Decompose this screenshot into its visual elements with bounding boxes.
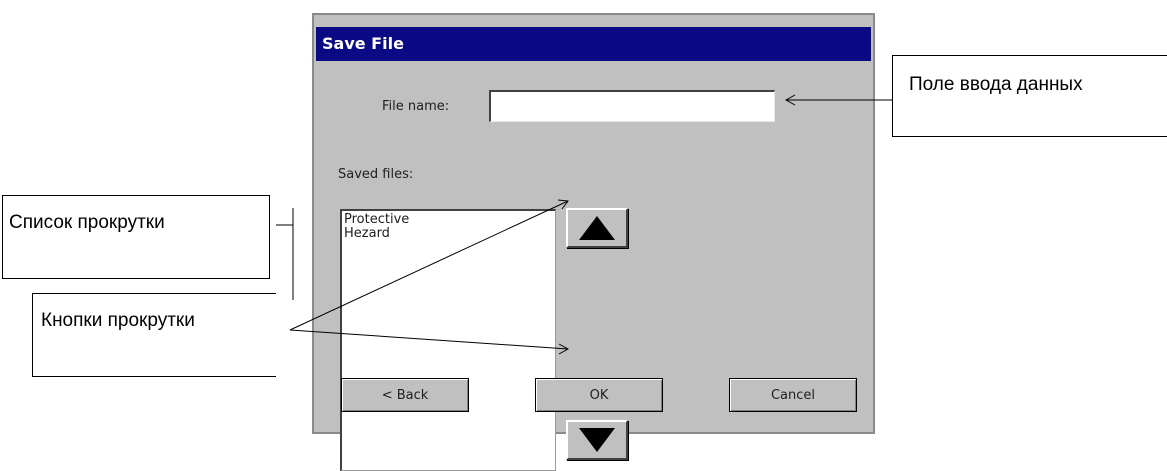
annotation-lines — [276, 94, 892, 355]
arrow-line-scroll-up — [289, 200, 569, 331]
arrow-line-scroll-down — [289, 329, 569, 350]
